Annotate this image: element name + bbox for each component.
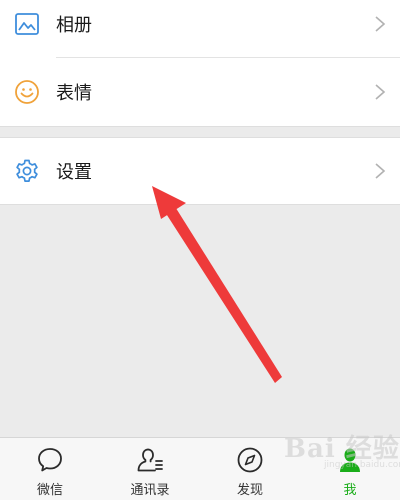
compass-icon	[237, 447, 263, 473]
menu-item-album[interactable]: 相册	[0, 0, 400, 56]
person-icon	[340, 448, 360, 472]
chat-bubble-icon	[38, 448, 62, 472]
tab-chats[interactable]: 微信	[0, 438, 100, 500]
picture-icon	[15, 13, 39, 35]
annotation-arrow-shaft	[165, 205, 282, 383]
menu-item-sticker-label: 表情	[56, 83, 92, 104]
chevron-right-icon	[375, 84, 386, 100]
smiley-icon	[15, 80, 39, 104]
menu-item-settings[interactable]: 设置	[0, 139, 400, 203]
menu-section-media: 相册 表情	[0, 0, 400, 127]
tab-discover[interactable]: 发现	[200, 438, 300, 500]
tab-me-label: 我	[343, 483, 357, 498]
tab-me[interactable]: 我	[300, 438, 400, 500]
menu-divider	[56, 57, 400, 58]
gear-icon	[16, 159, 38, 182]
contacts-icon	[137, 448, 163, 472]
menu-section-settings: 设置	[0, 137, 400, 205]
menu-item-settings-label: 设置	[56, 162, 92, 183]
tab-contacts[interactable]: 通讯录	[100, 438, 200, 500]
bottom-tab-bar: 微信 通讯录 发现 我	[0, 437, 400, 500]
tab-discover-label: 发现	[236, 483, 263, 498]
menu-item-album-label: 相册	[56, 15, 92, 36]
chevron-right-icon	[375, 16, 386, 32]
chevron-right-icon	[375, 163, 386, 179]
menu-item-sticker[interactable]: 表情	[0, 60, 400, 124]
tab-contacts-label: 通讯录	[130, 483, 170, 498]
tab-chats-label: 微信	[36, 483, 63, 498]
